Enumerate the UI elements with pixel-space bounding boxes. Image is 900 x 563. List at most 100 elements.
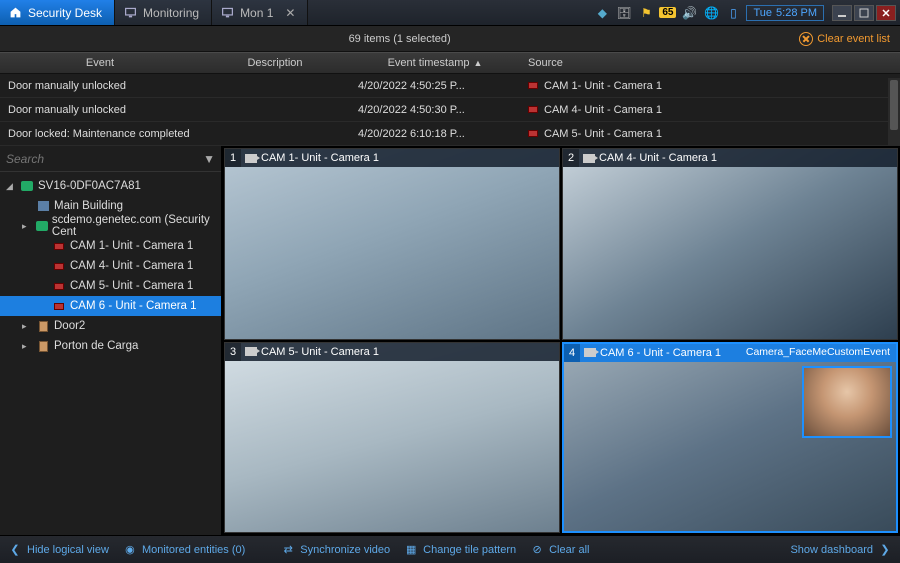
main-content: ▼ ◢ SV16-0DF0AC7A81 Main Building ▸ scdemo…	[0, 146, 900, 535]
cell-source: CAM 1- Unit - Camera 1	[520, 80, 900, 92]
event-row[interactable]: Door manually unlocked4/20/2022 4:50:30 …	[0, 98, 900, 122]
sort-asc-icon: ▲	[474, 58, 483, 68]
filter-icon[interactable]: ▼	[203, 152, 215, 166]
notification-badge[interactable]: 65	[659, 7, 676, 18]
tree-item[interactable]: CAM 6 - Unit - Camera 1	[0, 296, 221, 316]
clear-all-button[interactable]: ⊘ Clear all	[530, 543, 589, 557]
tree-item[interactable]: Main Building	[0, 196, 221, 216]
tab-security-desk[interactable]: Security Desk	[0, 0, 115, 25]
cell-source: CAM 5- Unit - Camera 1	[520, 128, 900, 140]
maximize-button[interactable]	[854, 5, 874, 21]
synchronize-video-button[interactable]: ⇄ Synchronize video	[281, 543, 390, 557]
col-timestamp[interactable]: Event timestamp▲	[350, 57, 520, 69]
tree-label: CAM 4- Unit - Camera 1	[70, 260, 193, 272]
event-scrollbar[interactable]	[888, 78, 900, 146]
flag-icon[interactable]: ⚑	[637, 4, 655, 22]
cell-event: Door locked: Maintenance completed	[0, 128, 200, 140]
building-icon	[36, 200, 50, 212]
tile-number: 2	[563, 149, 579, 167]
tree-label: Porton de Carga	[54, 340, 138, 352]
database-icon[interactable]: 🗄	[615, 4, 633, 22]
event-table: Event Description Event timestamp▲ Sourc…	[0, 52, 900, 146]
show-dashboard-button[interactable]: Show dashboard ❯	[790, 543, 892, 557]
expander-icon[interactable]: ▸	[22, 321, 32, 332]
search-row: ▼	[0, 146, 221, 172]
clock[interactable]: Tue 5:28 PM	[746, 5, 824, 21]
camera-icon	[528, 106, 538, 113]
door-icon	[36, 320, 50, 332]
minimize-button[interactable]	[832, 5, 852, 21]
tile-title: CAM 1- Unit - Camera 1	[261, 152, 559, 164]
tab-monitoring[interactable]: Monitoring	[115, 0, 212, 25]
col-description[interactable]: Description	[200, 57, 350, 69]
event-overlay-label: Camera_FaceMeCustomEvent	[740, 344, 896, 360]
event-row[interactable]: Door locked: Maintenance completed 4/20/2…	[0, 122, 900, 146]
change-tile-pattern-button[interactable]: ▦ Change tile pattern	[404, 543, 516, 557]
tab-label: Mon 1	[240, 6, 273, 20]
chevron-left-icon: ❮	[8, 543, 22, 557]
expander-icon[interactable]: ◢	[6, 181, 16, 192]
cell-timestamp: 4/20/2022 4:50:25 P...	[350, 80, 520, 92]
clock-day: Tue	[753, 7, 772, 19]
titlebar: Security Desk Monitoring Mon 1 ✕ ◆ 🗄 ⚑ 6…	[0, 0, 900, 26]
search-input[interactable]	[6, 152, 203, 166]
door-icon	[36, 340, 50, 352]
clear-label: Clear event list	[817, 33, 890, 45]
server-icon	[20, 180, 34, 192]
expander-icon[interactable]: ▸	[22, 221, 31, 232]
chevron-right-icon: ❯	[878, 543, 892, 557]
event-count-status: 69 items (1 selected)	[0, 33, 799, 45]
camera-icon	[52, 280, 66, 292]
tab-mon1[interactable]: Mon 1 ✕	[212, 0, 308, 25]
video-tile-4[interactable]: 4 CAM 6 - Unit - Camera 1 Camera_FaceMeC…	[562, 342, 898, 534]
cell-timestamp: 4/20/2022 4:50:30 P...	[350, 104, 520, 116]
home-icon	[8, 6, 22, 20]
camera-icon	[245, 154, 257, 163]
volume-icon[interactable]: 🔊	[680, 4, 698, 22]
grid-icon: ▦	[404, 543, 418, 557]
monitor-icon	[220, 6, 234, 20]
close-window-button[interactable]	[876, 5, 896, 21]
hide-logical-view-button[interactable]: ❮ Hide logical view	[8, 543, 109, 557]
video-tile-1[interactable]: 1 CAM 1- Unit - Camera 1	[224, 148, 560, 340]
tree-item[interactable]: ▸ Door2	[0, 316, 221, 336]
camera-icon	[52, 260, 66, 272]
shield-icon[interactable]: ◆	[593, 4, 611, 22]
video-feed	[225, 343, 559, 533]
camera-icon	[584, 348, 596, 357]
event-table-header: Event Description Event timestamp▲ Sourc…	[0, 52, 900, 74]
cell-timestamp: 4/20/2022 6:10:18 P...	[350, 128, 520, 140]
tree-item[interactable]: CAM 5- Unit - Camera 1	[0, 276, 221, 296]
tree-label: CAM 6 - Unit - Camera 1	[70, 300, 197, 312]
tile-title: CAM 4- Unit - Camera 1	[599, 152, 897, 164]
tree-item[interactable]: ▸ Porton de Carga	[0, 336, 221, 356]
logical-view-sidebar: ▼ ◢ SV16-0DF0AC7A81 Main Building ▸ scdemo…	[0, 146, 222, 535]
event-row[interactable]: Door manually unlocked4/20/2022 4:50:25 …	[0, 74, 900, 98]
tree-item[interactable]: CAM 4- Unit - Camera 1	[0, 256, 221, 276]
face-pip[interactable]	[802, 366, 892, 438]
device-icon[interactable]: ▯	[724, 4, 742, 22]
titlebar-tray: ◆ 🗄 ⚑ 65 🔊 🌐 ▯ Tue 5:28 PM	[593, 0, 900, 25]
monitored-entities-button[interactable]: ◉ Monitored entities (0)	[123, 543, 245, 557]
event-status-bar: 69 items (1 selected) Clear event list	[0, 26, 900, 52]
bottom-toolbar: ❮ Hide logical view ◉ Monitored entities…	[0, 535, 900, 563]
col-event[interactable]: Event	[0, 57, 200, 69]
tree-label: CAM 1- Unit - Camera 1	[70, 240, 193, 252]
video-feed	[225, 149, 559, 339]
video-tile-3[interactable]: 3 CAM 5- Unit - Camera 1	[224, 342, 560, 534]
tree-item[interactable]: ▸ scdemo.genetec.com (Security Cent	[0, 216, 221, 236]
cell-source: CAM 4- Unit - Camera 1	[520, 104, 900, 116]
close-tab-icon[interactable]: ✕	[285, 6, 295, 20]
video-tile-2[interactable]: 2 CAM 4- Unit - Camera 1	[562, 148, 898, 340]
sync-icon: ⇄	[281, 543, 295, 557]
tree-label: scdemo.genetec.com (Security Cent	[52, 214, 221, 238]
video-feed	[563, 149, 897, 339]
clear-icon	[799, 32, 813, 46]
globe-icon[interactable]: 🌐	[702, 4, 720, 22]
col-source[interactable]: Source	[520, 57, 900, 69]
expander-icon[interactable]: ▸	[22, 341, 32, 352]
clear-event-list-button[interactable]: Clear event list	[799, 32, 900, 46]
tree-item[interactable]: CAM 1- Unit - Camera 1	[0, 236, 221, 256]
tree-label: Door2	[54, 320, 85, 332]
tree-root[interactable]: ◢ SV16-0DF0AC7A81	[0, 176, 221, 196]
